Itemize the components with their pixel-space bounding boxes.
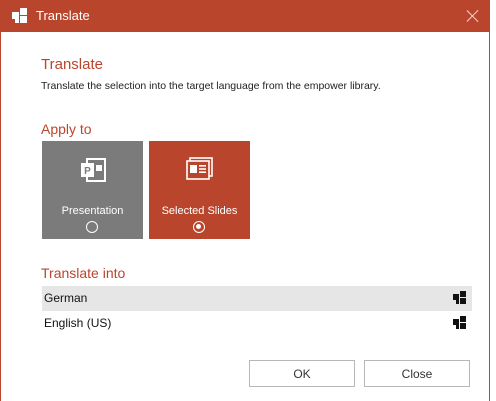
presentation-radio[interactable] [86,221,98,233]
title-bar: Translate [1,0,489,32]
window-title: Translate [36,8,90,23]
presentation-option[interactable]: P Presentation [42,141,143,239]
selected-slides-radio[interactable] [193,221,205,233]
close-icon[interactable] [463,6,483,26]
page-title: Translate [41,56,103,73]
apply-to-label: Apply to [41,121,92,137]
language-item-english-us[interactable]: English (US) [42,311,472,336]
selected-slides-label: Selected Slides [161,205,238,217]
empower-logo-icon [453,291,466,304]
ok-button[interactable]: OK [249,360,355,387]
slides-icon [186,157,213,180]
page-description: Translate the selection into the target … [41,80,381,92]
language-list: German English (US) [42,286,472,336]
window-edge [490,0,496,401]
empower-logo-icon [453,316,466,329]
close-button[interactable]: Close [364,360,470,387]
selected-slides-option[interactable]: Selected Slides [149,141,250,239]
language-item-german[interactable]: German [42,286,472,311]
empower-logo-icon [12,8,27,23]
language-name: English (US) [44,316,112,330]
language-name: German [44,291,88,305]
svg-text:P: P [84,166,91,177]
translate-dialog: Translate Translate Translate the select… [0,0,490,401]
powerpoint-icon: P [81,158,106,182]
translate-into-label: Translate into [41,265,126,281]
presentation-label: Presentation [61,205,124,217]
